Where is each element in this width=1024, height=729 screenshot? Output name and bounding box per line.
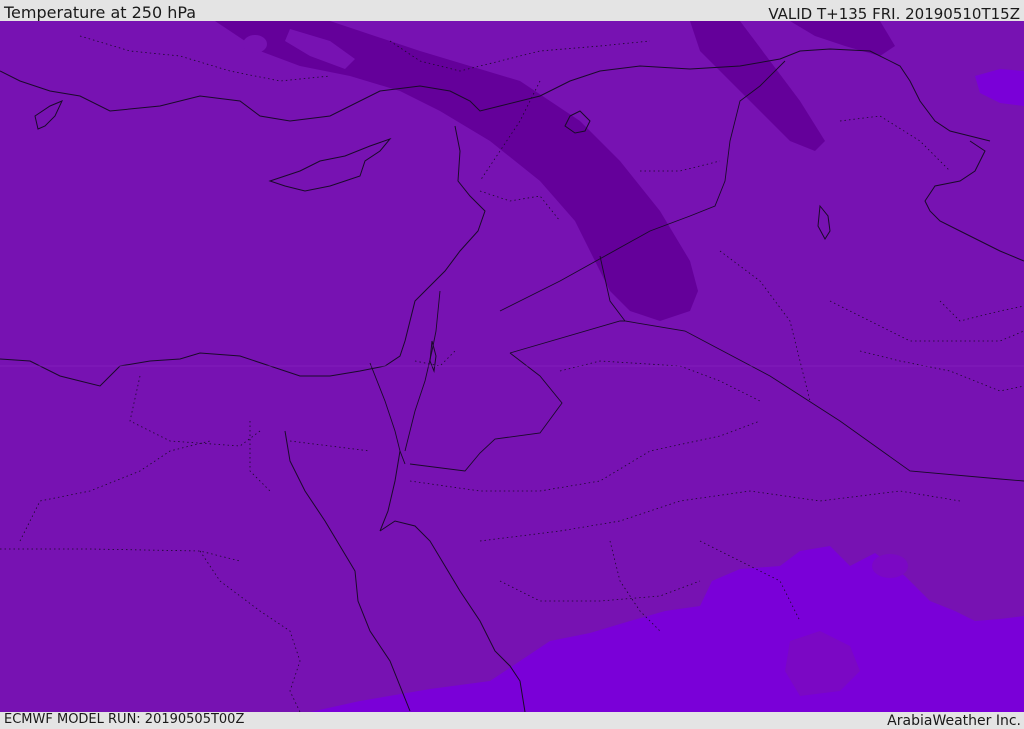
- model-run: ECMWF MODEL RUN: 20190505T00Z: [4, 712, 245, 727]
- credit: ArabiaWeather Inc.: [887, 713, 1021, 729]
- weather-map[interactable]: [0, 21, 1024, 712]
- temperature-map-svg: [0, 21, 1024, 712]
- cold-band-gap: [243, 35, 267, 53]
- map-title: Temperature at 250 hPa: [4, 3, 197, 22]
- mid-warm-spot: [872, 554, 908, 578]
- footer-bar: ECMWF MODEL RUN: 20190505T00Z ArabiaWeat…: [0, 712, 1024, 729]
- header-bar: Temperature at 250 hPa VALID T+135 FRI. …: [0, 0, 1024, 23]
